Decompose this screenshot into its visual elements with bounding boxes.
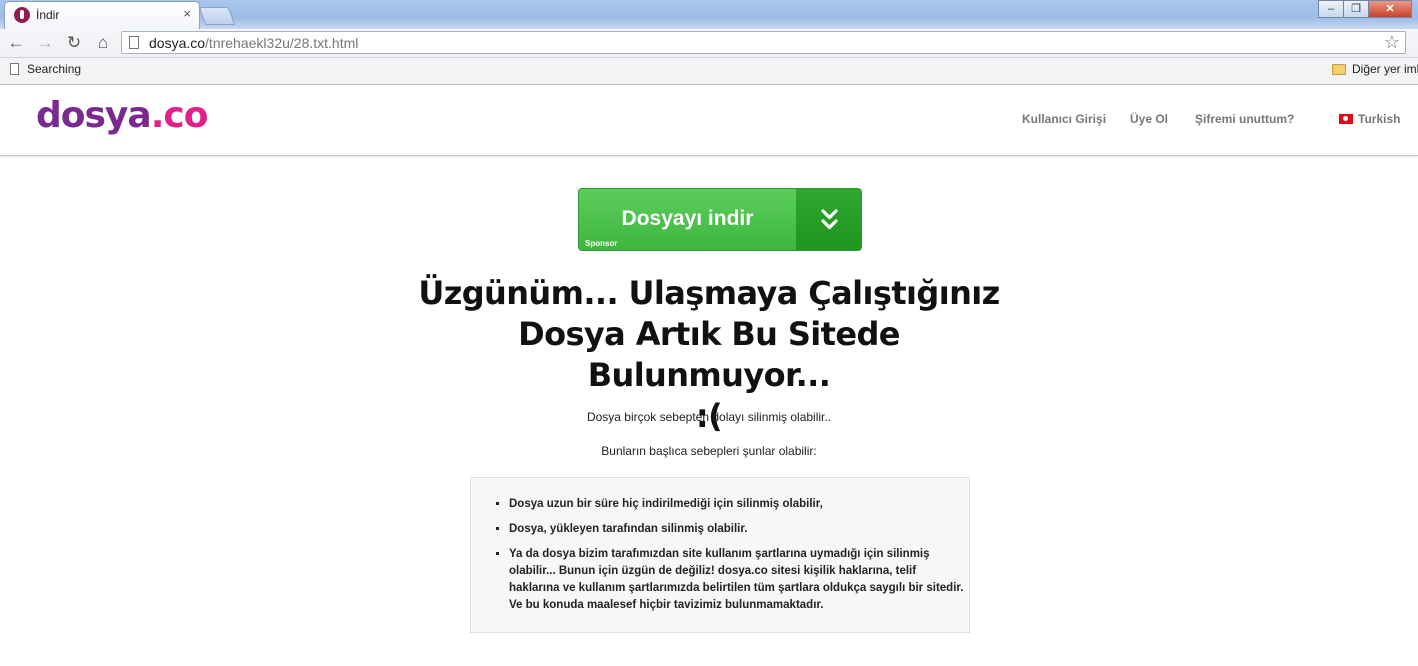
list-item: Dosya, yükleyen tarafından silinmiş olab… [509, 521, 969, 538]
logo-text: dosya [36, 95, 152, 136]
deleted-notice: Dosya birçok sebepten dolayı silinmiş ol… [586, 410, 832, 424]
minimize-button[interactable]: – [1318, 0, 1344, 18]
reasons-list: Dosya uzun bir süre hiç indirilmediği iç… [471, 496, 969, 622]
site-favicon-icon [14, 7, 30, 23]
headline-line: Dosya Artık Bu Sitede Bulunmuyor... [518, 315, 900, 394]
bookmark-label: Diğer yer imleri [1352, 62, 1418, 76]
close-window-button[interactable]: ✕ [1368, 0, 1412, 18]
url-path: /tnrehaekl32u/28.txt.html [205, 35, 359, 51]
reasons-intro: Bunların başlıca sebepleri şunlar olabil… [601, 444, 817, 458]
list-item: Ya da dosya bizim tarafımızdan site kull… [509, 546, 969, 614]
address-bar[interactable]: dosya.co/tnrehaekl32u/28.txt.html ☆ [121, 31, 1406, 54]
browser-tab[interactable]: İndir × [4, 1, 200, 29]
bookmark-other[interactable]: Diğer yer imleri [1332, 62, 1418, 76]
bookmark-star-icon[interactable]: ☆ [1384, 32, 1400, 53]
download-main: Dosyayı indir Sponsor [579, 189, 796, 250]
home-icon[interactable]: ⌂ [93, 33, 113, 53]
nav-login-link[interactable]: Kullanıcı Girişi [1022, 112, 1106, 126]
double-chevron-down-icon [796, 189, 861, 250]
reasons-box: Dosya uzun bir süre hiç indirilmediği iç… [470, 477, 970, 633]
nav-signup-link[interactable]: Üye Ol [1130, 112, 1168, 126]
headline-line: Üzgünüm... Ulaşmaya Çalıştığınız [418, 274, 1000, 312]
close-tab-icon[interactable]: × [183, 6, 191, 21]
language-label: Turkish [1358, 112, 1401, 126]
url-text: dosya.co/tnrehaekl32u/28.txt.html [149, 35, 358, 51]
download-label: Dosyayı indir [621, 207, 754, 230]
tab-title: İndir [36, 8, 60, 22]
turkey-flag-icon [1339, 114, 1353, 124]
bookmark-label: Searching [27, 62, 82, 76]
sponsor-label: Sponsor [585, 239, 618, 248]
folder-icon [1332, 63, 1346, 75]
back-icon[interactable]: ← [6, 33, 26, 53]
new-tab-button[interactable] [198, 7, 236, 25]
logo-suffix: .co [150, 95, 209, 136]
reload-icon[interactable]: ↻ [64, 33, 84, 53]
bookmark-searching[interactable]: Searching [10, 62, 81, 76]
window-controls: – ❐ ✕ [1318, 0, 1412, 18]
bookmarks-bar: Searching Diğer yer imleri [0, 58, 1418, 85]
forward-icon[interactable]: → [35, 33, 55, 53]
site-header: dosya.co Kullanıcı Girişi Üye Ol Şifremi… [0, 85, 1418, 156]
maximize-button[interactable]: ❐ [1343, 0, 1369, 18]
language-selector[interactable]: Turkish [1339, 112, 1400, 126]
site-logo[interactable]: dosya.co [36, 95, 209, 136]
nav-forgot-password-link[interactable]: Şifremi unuttum? [1195, 112, 1294, 126]
download-button[interactable]: Dosyayı indir Sponsor [578, 188, 862, 251]
browser-titlebar: İndir × – ❐ ✕ [0, 0, 1418, 29]
url-domain: dosya.co [149, 35, 206, 51]
page-icon [129, 36, 139, 49]
list-item: Dosya uzun bir süre hiç indirilmediği iç… [509, 496, 969, 513]
browser-toolbar: ← → ↻ ⌂ dosya.co/tnrehaekl32u/28.txt.htm… [0, 29, 1418, 58]
page-icon [10, 63, 19, 75]
